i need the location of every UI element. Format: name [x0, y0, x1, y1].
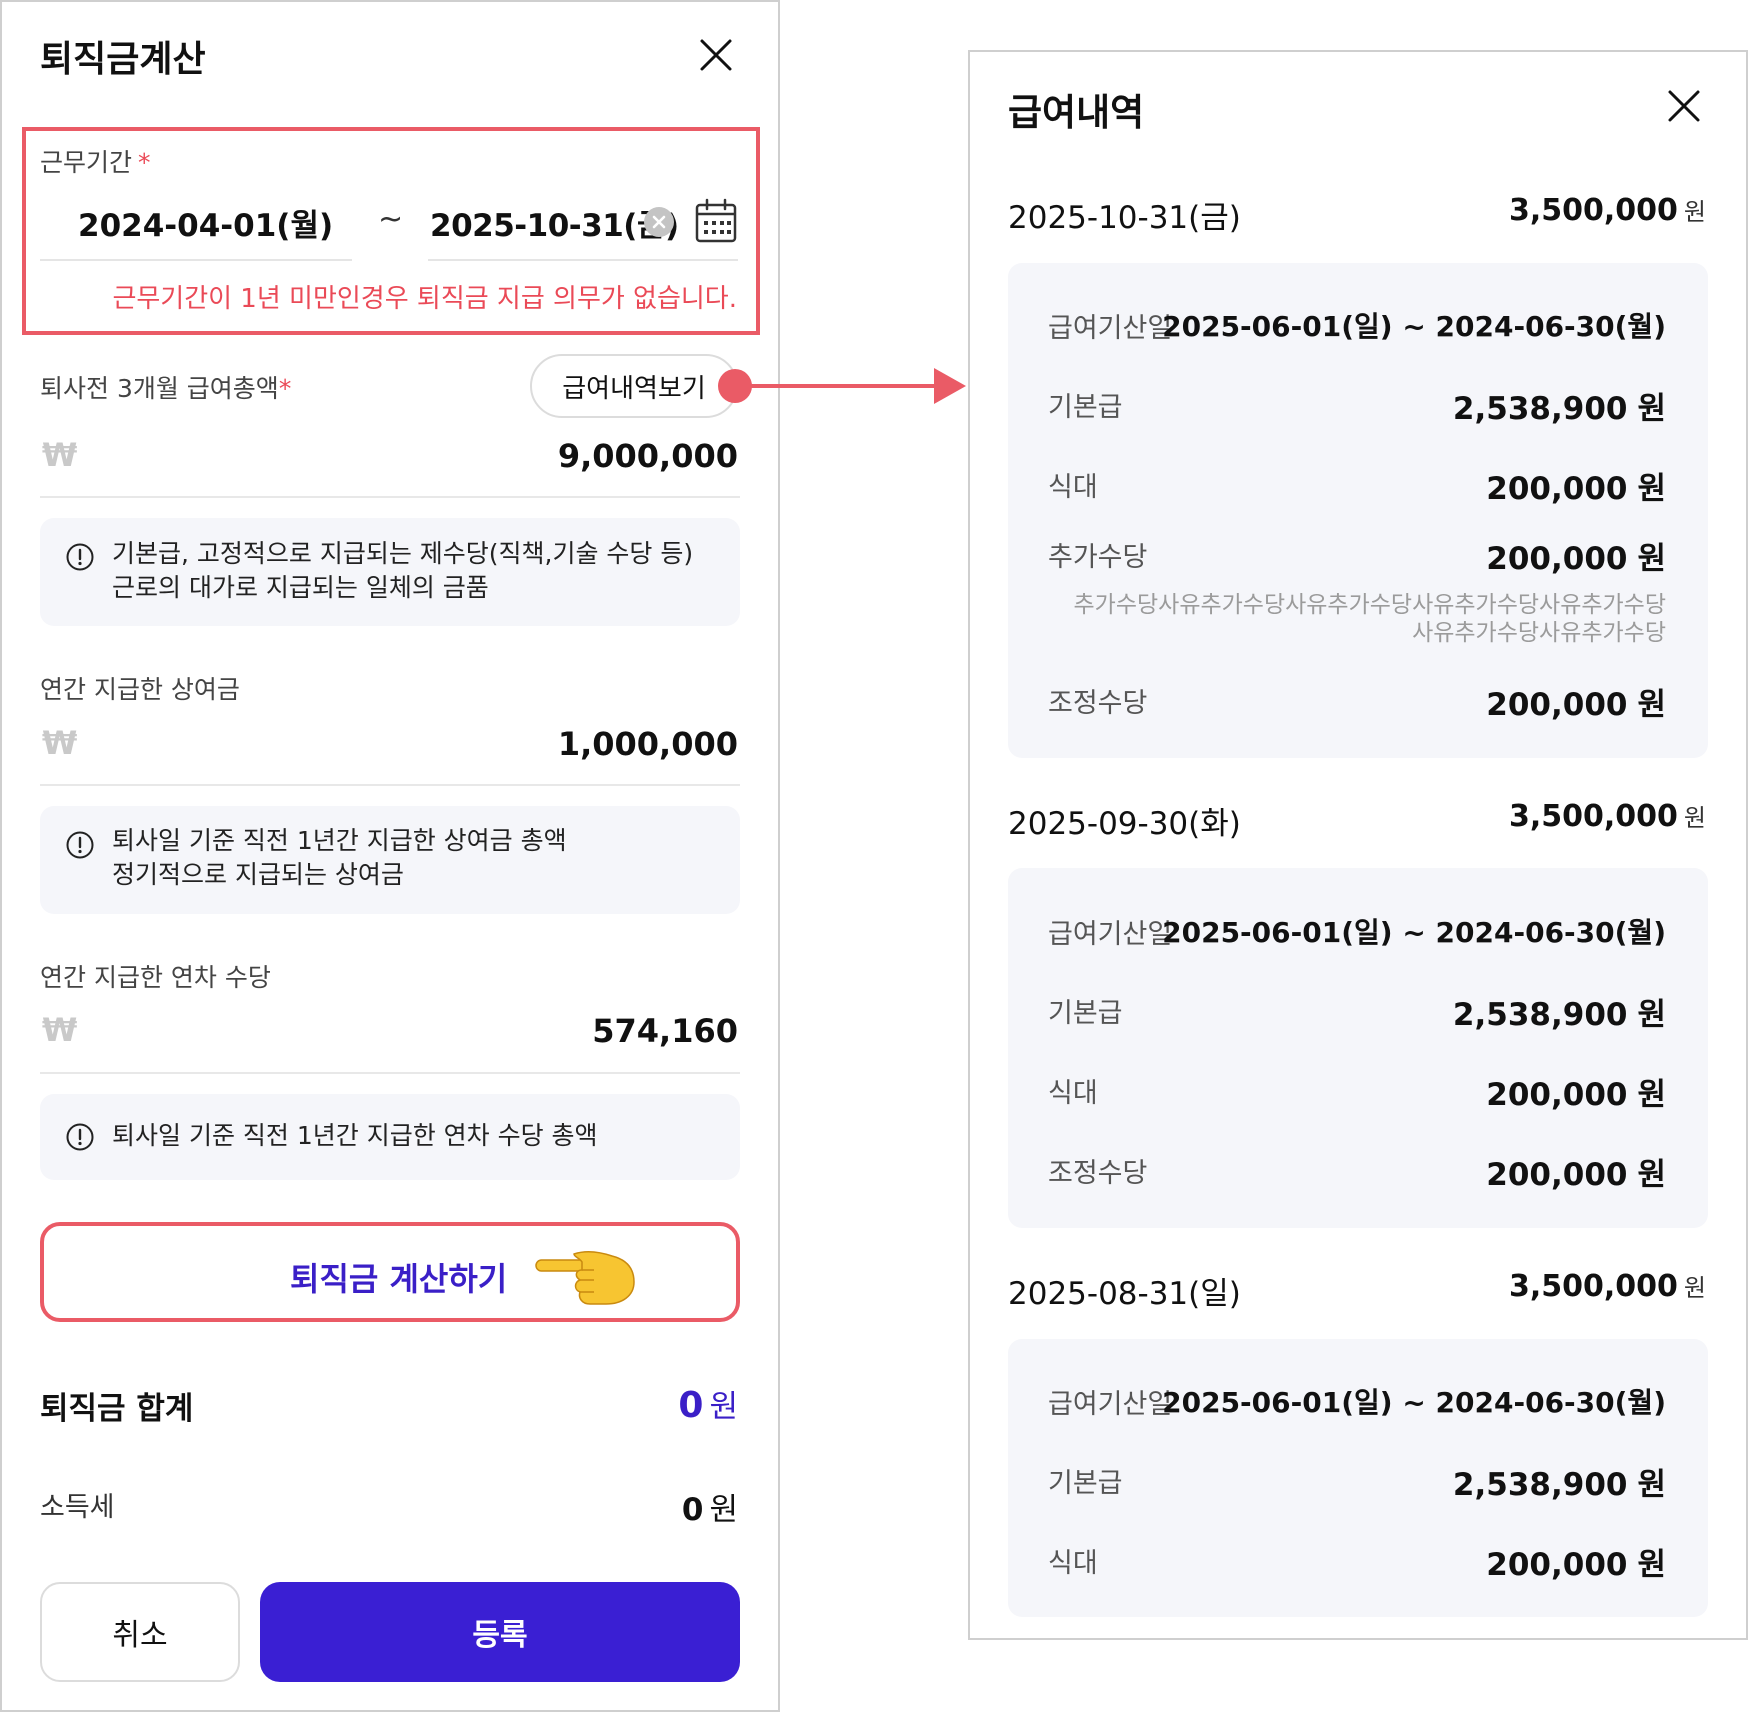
- total-label: 퇴직금 합계: [40, 1391, 194, 1427]
- pointing-hand-icon: [534, 1240, 638, 1308]
- required-mark: *: [138, 148, 151, 177]
- panel-title: 퇴직금계산: [40, 39, 206, 80]
- period-label: 급여기산일: [1048, 1389, 1173, 1420]
- field-underline: [40, 496, 740, 498]
- item-label: 식대: [1048, 1548, 1098, 1579]
- field-underline: [40, 1072, 740, 1074]
- panel-title: 급여내역: [1008, 91, 1145, 134]
- item-amount: 200,000 원: [1486, 687, 1666, 723]
- arrow-right-icon: [748, 364, 968, 408]
- leave-allowance-input[interactable]: 574,160: [592, 1012, 738, 1050]
- income-tax-label: 소득세: [40, 1492, 115, 1523]
- item-amount: 2,538,900 원: [1452, 1467, 1666, 1503]
- item-amount: 200,000 원: [1486, 1077, 1666, 1113]
- item-amount: 200,000 원: [1486, 1157, 1666, 1193]
- calculate-button-label: 퇴직금 계산하기: [290, 1260, 508, 1298]
- period-value: 2025-06-01(일) ~ 2024-06-30(월): [1162, 310, 1666, 343]
- item-label: 기본급: [1048, 998, 1123, 1029]
- close-icon[interactable]: [1664, 86, 1704, 126]
- calendar-icon[interactable]: [694, 198, 738, 244]
- record-date: 2025-08-31(일): [1008, 1276, 1241, 1312]
- calculate-button[interactable]: 퇴직금 계산하기: [40, 1222, 740, 1322]
- info-text: 퇴사일 기준 직전 1년간 지급한 연차 수당 총액: [112, 1121, 598, 1150]
- start-date-field[interactable]: 2024-04-01(월): [78, 200, 333, 245]
- end-date-field[interactable]: 2025-10-31(금): [430, 200, 679, 245]
- bonus-label: 연간 지급한 상여금: [40, 675, 240, 704]
- record-total: 3,500,000 원: [1508, 799, 1706, 834]
- end-date-underline: [428, 259, 738, 261]
- bonus-input[interactable]: 1,000,000: [558, 725, 738, 763]
- item-amount: 200,000 원: [1486, 541, 1666, 577]
- clear-icon[interactable]: [644, 207, 674, 237]
- required-mark: *: [278, 374, 292, 403]
- period-label: 급여기산일: [1048, 919, 1173, 950]
- total-amount: 0원: [678, 1385, 738, 1426]
- record-total: 3,500,000 원: [1508, 193, 1706, 228]
- item-label: 조정수당: [1048, 688, 1148, 719]
- item-amount: 2,538,900 원: [1452, 997, 1666, 1033]
- date-range-separator: ~: [378, 202, 404, 237]
- info-text: 기본급, 고정적으로 지급되는 제수당(직책,기술 수당 등) 근로의 대가로 지…: [112, 539, 694, 602]
- won-icon: ₩: [42, 724, 78, 762]
- record-total: 3,500,000 원: [1508, 1269, 1706, 1304]
- record-date: 2025-10-31(금): [1008, 200, 1241, 236]
- salary3-label: 퇴사전 3개월 급여총액*: [40, 374, 292, 403]
- item-amount: 200,000 원: [1486, 1547, 1666, 1583]
- item-label: 기본급: [1048, 1468, 1123, 1499]
- won-icon: ₩: [42, 436, 78, 474]
- field-underline: [40, 784, 740, 786]
- income-tax-amount: 0원: [681, 1492, 738, 1528]
- info-icon: [65, 542, 95, 572]
- item-label: 추가수당: [1048, 542, 1148, 573]
- period-warning-text: 근무기간이 1년 미만인경우 퇴직금 지급 의무가 없습니다.: [112, 284, 737, 314]
- salary3-input[interactable]: 9,000,000: [558, 437, 738, 475]
- cancel-button[interactable]: 취소: [40, 1582, 240, 1682]
- won-icon: ₩: [42, 1011, 78, 1049]
- start-date-underline: [40, 259, 352, 261]
- highlight-dot: [718, 369, 752, 403]
- info-icon: [65, 830, 95, 860]
- period-label: 근무기간 *: [40, 148, 151, 177]
- period-value: 2025-06-01(일) ~ 2024-06-30(월): [1162, 916, 1666, 949]
- record-date: 2025-09-30(화): [1008, 806, 1241, 842]
- item-label: 조정수당: [1048, 1158, 1148, 1189]
- leave-allowance-label: 연간 지급한 연차 수당: [40, 963, 271, 992]
- salary-history-button[interactable]: 급여내역보기: [530, 354, 738, 418]
- item-amount: 200,000 원: [1486, 471, 1666, 507]
- close-icon[interactable]: [696, 35, 736, 75]
- item-label: 기본급: [1048, 392, 1123, 423]
- period-value: 2025-06-01(일) ~ 2024-06-30(월): [1162, 1386, 1666, 1419]
- period-label: 급여기산일: [1048, 313, 1173, 344]
- info-icon: [65, 1122, 95, 1152]
- item-label: 식대: [1048, 472, 1098, 503]
- item-note: 추가수당사유추가수당사유추가수당사유추가수당사유추가수당사유추가수당사유추가수당: [1073, 592, 1666, 646]
- submit-button[interactable]: 등록: [260, 1582, 740, 1682]
- item-label: 식대: [1048, 1078, 1098, 1109]
- item-amount: 2,538,900 원: [1452, 391, 1666, 427]
- info-text: 퇴사일 기준 직전 1년간 지급한 상여금 총액 정기적으로 지급되는 상여금: [112, 826, 567, 889]
